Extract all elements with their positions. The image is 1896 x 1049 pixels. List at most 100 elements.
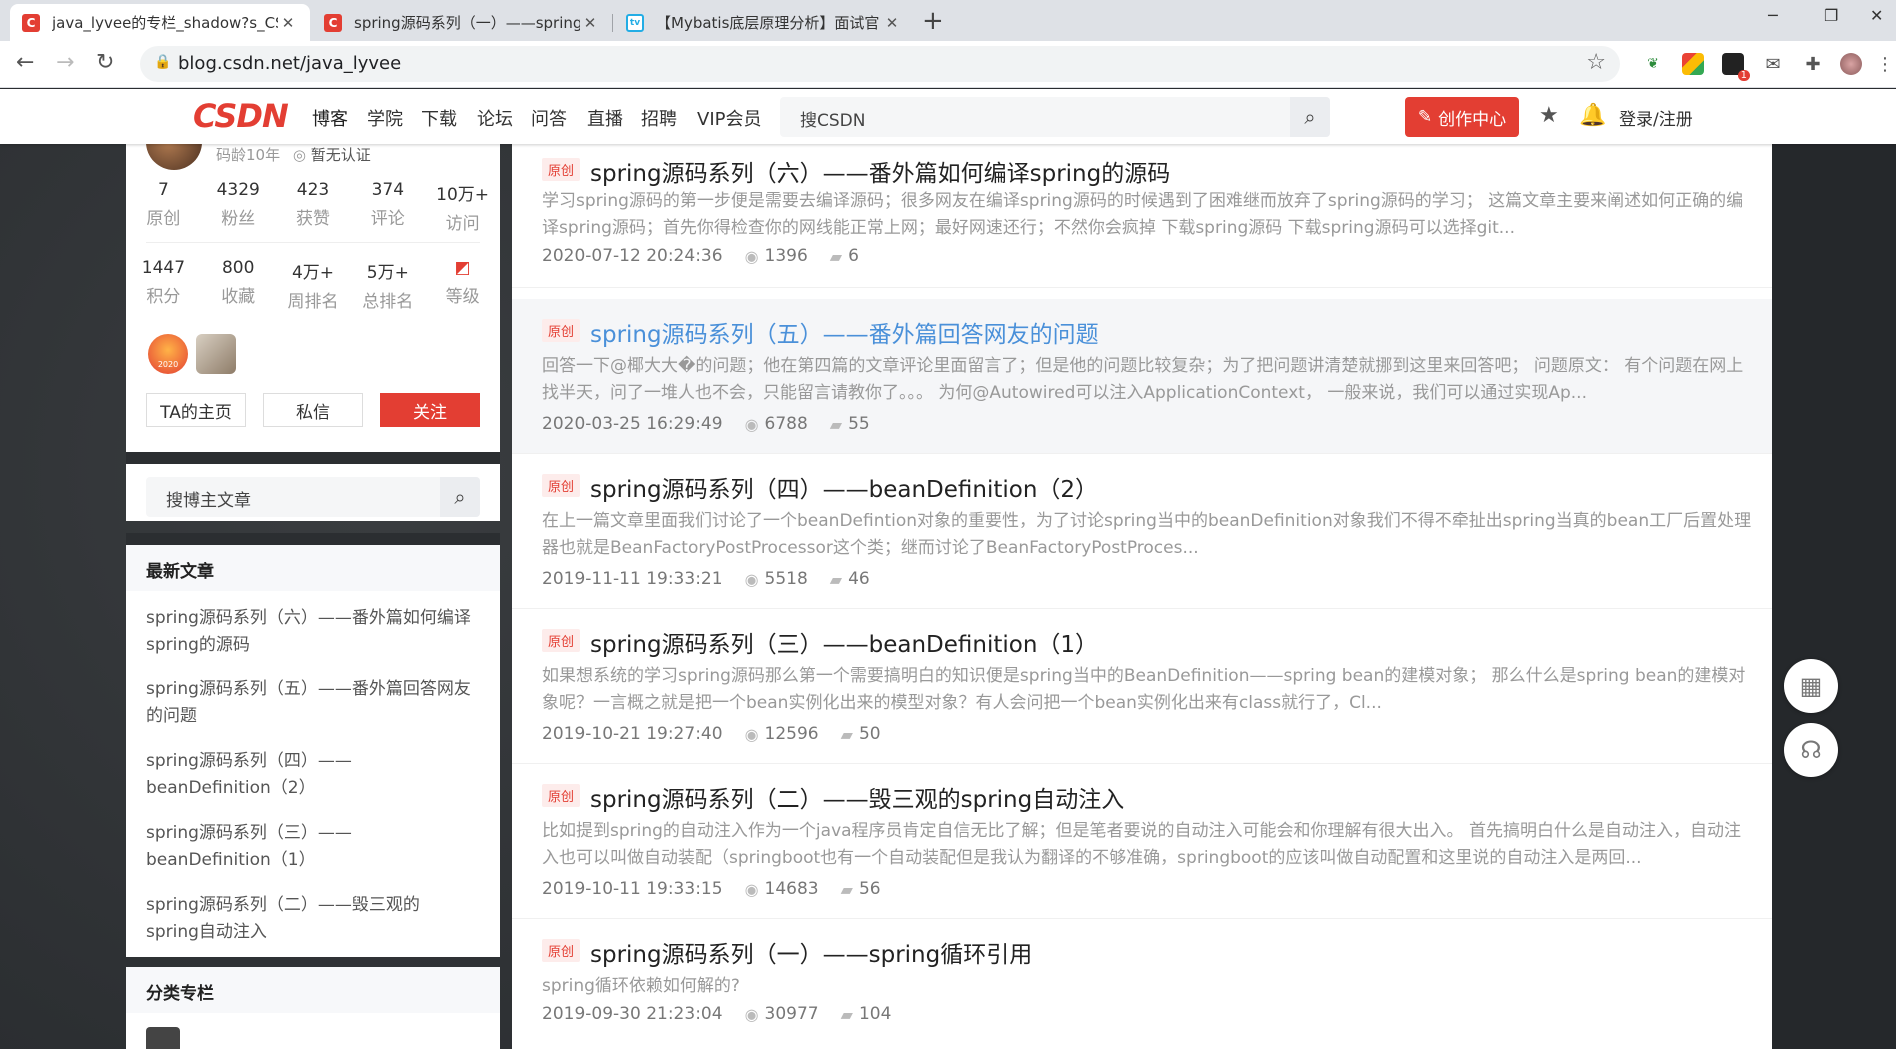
new-tab-icon[interactable]: + bbox=[922, 6, 944, 36]
stat-visits[interactable]: 10万+ 访问 bbox=[425, 180, 500, 234]
pen-badge-icon[interactable] bbox=[196, 334, 236, 374]
search-icon[interactable]: ⌕ bbox=[440, 477, 480, 517]
extension-messages-icon[interactable]: 1 bbox=[1722, 53, 1750, 81]
stat-points[interactable]: 1447 积分 bbox=[126, 258, 201, 312]
extensions-puzzle-icon[interactable]: ✚ bbox=[1802, 53, 1824, 75]
nav-item-academy[interactable]: 学院 bbox=[367, 105, 403, 131]
views-eye-icon: ◉ bbox=[744, 1004, 759, 1024]
create-center-button[interactable]: ✎ 创作中心 bbox=[1405, 97, 1519, 137]
blog-search-card: 搜博主文章 ⌕ bbox=[126, 452, 500, 521]
article-views: 14683 bbox=[764, 879, 819, 899]
stat-comments[interactable]: 374 评论 bbox=[350, 180, 425, 234]
article-desc: 比如提到spring的自动注入作为一个java程序员肯定自信无比了解；但是笔者要… bbox=[542, 821, 1741, 868]
article-item[interactable]: 原创 spring源码系列（六）——番外篇如何编译spring的源码 学习spr… bbox=[512, 144, 1772, 288]
ta-homepage-button[interactable]: TA的主页 bbox=[146, 393, 246, 427]
stat-value: 4329 bbox=[216, 180, 260, 200]
extension-color-icon[interactable] bbox=[1682, 53, 1704, 75]
article-item[interactable]: 原创 spring源码系列（三）——beanDefinition（1） 如果想系… bbox=[512, 609, 1772, 764]
close-tab-icon[interactable]: ✕ bbox=[580, 14, 600, 32]
favorites-star-icon[interactable]: ★ bbox=[1539, 103, 1559, 128]
recent-item[interactable]: spring源码系列（四）——beanDefinition（2） bbox=[146, 748, 376, 802]
comment-icon: ▰ bbox=[840, 879, 853, 899]
recent-item[interactable]: spring源码系列（五）——番外篇回答网友的问题 bbox=[146, 676, 476, 730]
login-register-link[interactable]: 登录/注册 bbox=[1619, 105, 1693, 130]
page-content: CSDN 博客 学院 下载 论坛 问答 直播 招聘 VIP会员 搜CSDN ⌕ … bbox=[0, 89, 1896, 1049]
article-desc: 在上一篇文章里面我们讨论了一个beanDefintion对象的重要性，为了讨论s… bbox=[542, 511, 1752, 558]
nav-item-download[interactable]: 下载 bbox=[421, 105, 457, 131]
nav-item-jobs[interactable]: 招聘 bbox=[641, 105, 677, 131]
year-badge-icon[interactable]: 2020 bbox=[148, 334, 188, 374]
stat-fans[interactable]: 4329 粉丝 bbox=[201, 180, 276, 234]
profile-avatar-icon[interactable] bbox=[1840, 53, 1862, 75]
pen-icon: ✎ bbox=[1417, 107, 1433, 127]
minimize-icon[interactable]: ─ bbox=[1768, 6, 1778, 25]
close-window-icon[interactable]: ✕ bbox=[1870, 6, 1883, 25]
stat-weekly-rank[interactable]: 4万+ 周排名 bbox=[276, 258, 351, 312]
article-date: 2019-11-11 19:33:21 bbox=[542, 569, 723, 589]
browser-tab-3[interactable]: tv 【Mybatis底层原理分析】面试官 ✕ bbox=[614, 4, 914, 41]
reload-icon[interactable]: ↻ bbox=[96, 50, 114, 75]
stats-row-2: 1447 积分 800 收藏 4万+ 周排名 5万+ 总排名 ◩ 等级 bbox=[126, 258, 500, 312]
stat-label: 总排名 bbox=[362, 292, 414, 312]
nav-item-live[interactable]: 直播 bbox=[587, 105, 623, 131]
customer-service-icon[interactable]: ☊ bbox=[1784, 723, 1838, 777]
article-title[interactable]: spring源码系列（五）——番外篇回答网友的问题 bbox=[590, 315, 1099, 349]
stat-level[interactable]: ◩ 等级 bbox=[425, 258, 500, 312]
article-desc: 回答一下@椰大大�的问题；他在第四篇的文章评论里面留言了；但是他的问题比较复杂；… bbox=[542, 356, 1744, 403]
qr-code-icon[interactable]: ▦ bbox=[1784, 659, 1838, 713]
recent-item[interactable]: spring源码系列（六）——番外篇如何编译spring的源码 bbox=[146, 605, 476, 659]
article-title[interactable]: spring源码系列（二）——毁三观的spring自动注入 bbox=[590, 780, 1124, 814]
recent-articles-card: 最新文章 spring源码系列（六）——番外篇如何编译spring的源码 spr… bbox=[126, 533, 500, 957]
nav-item-blog[interactable]: 博客 bbox=[312, 105, 348, 131]
article-item[interactable]: 原创 spring源码系列（五）——番外篇回答网友的问题 回答一下@椰大大�的问… bbox=[512, 299, 1772, 454]
menu-kebab-icon[interactable]: ⋮ bbox=[1874, 53, 1896, 75]
article-title[interactable]: spring源码系列（一）——spring循环引用 bbox=[590, 935, 1032, 969]
csdn-favicon-icon: C bbox=[22, 13, 40, 32]
search-icon[interactable]: ⌕ bbox=[1290, 97, 1330, 137]
forward-icon[interactable]: → bbox=[56, 50, 74, 75]
site-search-box[interactable]: 搜CSDN ⌕ bbox=[780, 97, 1330, 137]
site-search-placeholder: 搜CSDN bbox=[800, 111, 866, 131]
follow-button[interactable]: 关注 bbox=[380, 393, 480, 427]
browser-tab-2[interactable]: C spring源码系列（一）——spring循环引用 ✕ bbox=[312, 4, 612, 41]
article-item[interactable]: 原创 spring源码系列（一）——spring循环引用 spring循环依赖如… bbox=[512, 919, 1772, 1049]
blog-search-input[interactable]: 搜博主文章 ⌕ bbox=[146, 477, 480, 517]
private-message-button[interactable]: 私信 bbox=[263, 393, 363, 427]
csdn-logo[interactable]: CSDN bbox=[193, 97, 289, 135]
category-thumbnail[interactable] bbox=[146, 1027, 180, 1049]
extension-leaf-icon[interactable]: ❦ bbox=[1642, 53, 1664, 75]
close-tab-icon[interactable]: ✕ bbox=[882, 14, 902, 32]
blog-search-placeholder: 搜博主文章 bbox=[166, 491, 251, 511]
nav-item-forum[interactable]: 论坛 bbox=[477, 105, 513, 131]
stat-label: 评论 bbox=[370, 209, 405, 229]
nav-item-qa[interactable]: 问答 bbox=[531, 105, 567, 131]
article-comments: 50 bbox=[858, 724, 881, 744]
article-item[interactable]: 原创 spring源码系列（四）——beanDefinition（2） 在上一篇… bbox=[512, 454, 1772, 609]
bookmark-star-icon[interactable]: ☆ bbox=[1586, 50, 1606, 75]
badge-year: 2020 bbox=[157, 360, 179, 369]
mail-icon[interactable]: ✉ bbox=[1762, 53, 1784, 75]
article-title[interactable]: spring源码系列（四）——beanDefinition（2） bbox=[590, 470, 1098, 504]
article-item[interactable]: 原创 spring源码系列（二）——毁三观的spring自动注入 比如提到spr… bbox=[512, 764, 1772, 919]
stat-favorites[interactable]: 800 收藏 bbox=[201, 258, 276, 312]
stat-likes[interactable]: 423 获赞 bbox=[276, 180, 351, 234]
address-bar[interactable]: 🔒 blog.csdn.net/java_lyvee ☆ bbox=[140, 46, 1620, 82]
recent-item[interactable]: spring源码系列（三）——beanDefinition（1） bbox=[146, 820, 376, 874]
stat-label: 获赞 bbox=[295, 209, 330, 229]
article-title[interactable]: spring源码系列（六）——番外篇如何编译spring的源码 bbox=[590, 154, 1170, 188]
stat-value: 800 bbox=[221, 258, 255, 278]
article-title[interactable]: spring源码系列（三）——beanDefinition（1） bbox=[590, 625, 1098, 659]
create-center-label: 创作中心 bbox=[1438, 109, 1507, 130]
views-eye-icon: ◉ bbox=[744, 569, 759, 589]
back-icon[interactable]: ← bbox=[16, 50, 34, 75]
nav-item-vip[interactable]: VIP会员 bbox=[697, 105, 761, 131]
browser-tab-1[interactable]: C java_lyvee的专栏_shadow?s_CSDN博客 ✕ bbox=[10, 4, 310, 41]
article-comments: 55 bbox=[848, 414, 870, 434]
close-tab-icon[interactable]: ✕ bbox=[278, 14, 298, 32]
recent-item[interactable]: spring源码系列（二）——毁三观的spring自动注入 bbox=[146, 892, 446, 946]
profile-meta: 码龄10年 ◎ 暂无认证 bbox=[216, 144, 371, 165]
restore-icon[interactable]: ❐ bbox=[1824, 6, 1838, 25]
stat-total-rank[interactable]: 5万+ 总排名 bbox=[350, 258, 425, 312]
notification-bell-icon[interactable]: 🔔 bbox=[1579, 103, 1606, 128]
stat-original[interactable]: 7 原创 bbox=[126, 180, 201, 234]
